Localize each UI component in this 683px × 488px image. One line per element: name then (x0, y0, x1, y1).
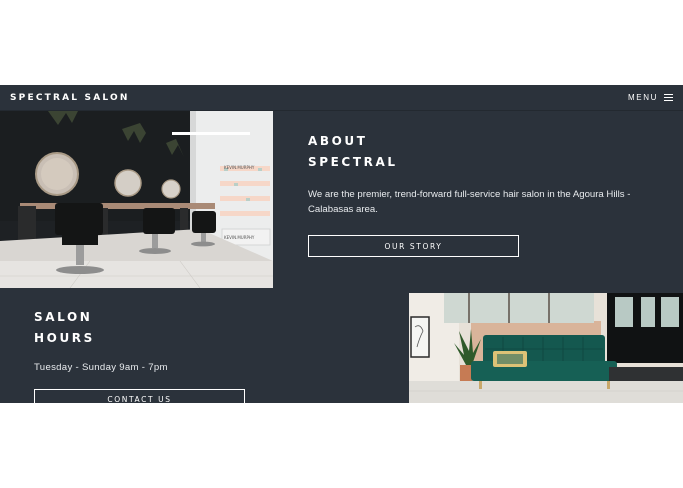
svg-text:KEVIN.MURPHY: KEVIN.MURPHY (224, 235, 255, 240)
svg-text:KEVIN.MURPHY: KEVIN.MURPHY (224, 165, 255, 170)
menu-label: MENU (628, 93, 658, 102)
hours-heading: SALON HOURS (34, 307, 334, 349)
about-heading: ABOUT SPECTRAL (308, 131, 648, 173)
salon-interior-photo: KEVIN.MURPHY KEVIN.MURPHY (0, 111, 273, 288)
about-description: We are the premier, trend-forward full-s… (308, 189, 631, 215)
hours-heading-line1: SALON (34, 310, 93, 324)
salon-lounge-photo (409, 293, 683, 403)
hamburger-icon (664, 94, 673, 102)
contact-us-button[interactable]: CONTACT US (34, 389, 245, 403)
page-viewport: SPECTRAL SALON MENU KEVIN.MURPHY KEVIN.M… (0, 85, 683, 403)
our-story-button[interactable]: OUR STORY (308, 235, 519, 257)
about-section: ABOUT SPECTRAL We are the premier, trend… (308, 131, 648, 257)
salon-hours-section: SALON HOURS Tuesday - Sunday 9am - 7pm C… (34, 307, 334, 403)
site-logo[interactable]: SPECTRAL SALON (10, 93, 130, 103)
hours-schedule: Tuesday - Sunday 9am - 7pm (34, 362, 168, 373)
about-heading-line1: ABOUT (308, 134, 368, 148)
site-header: SPECTRAL SALON MENU (0, 85, 683, 111)
menu-button[interactable]: MENU (628, 93, 673, 102)
about-heading-line2: SPECTRAL (308, 155, 398, 169)
hours-heading-line2: HOURS (34, 331, 95, 345)
